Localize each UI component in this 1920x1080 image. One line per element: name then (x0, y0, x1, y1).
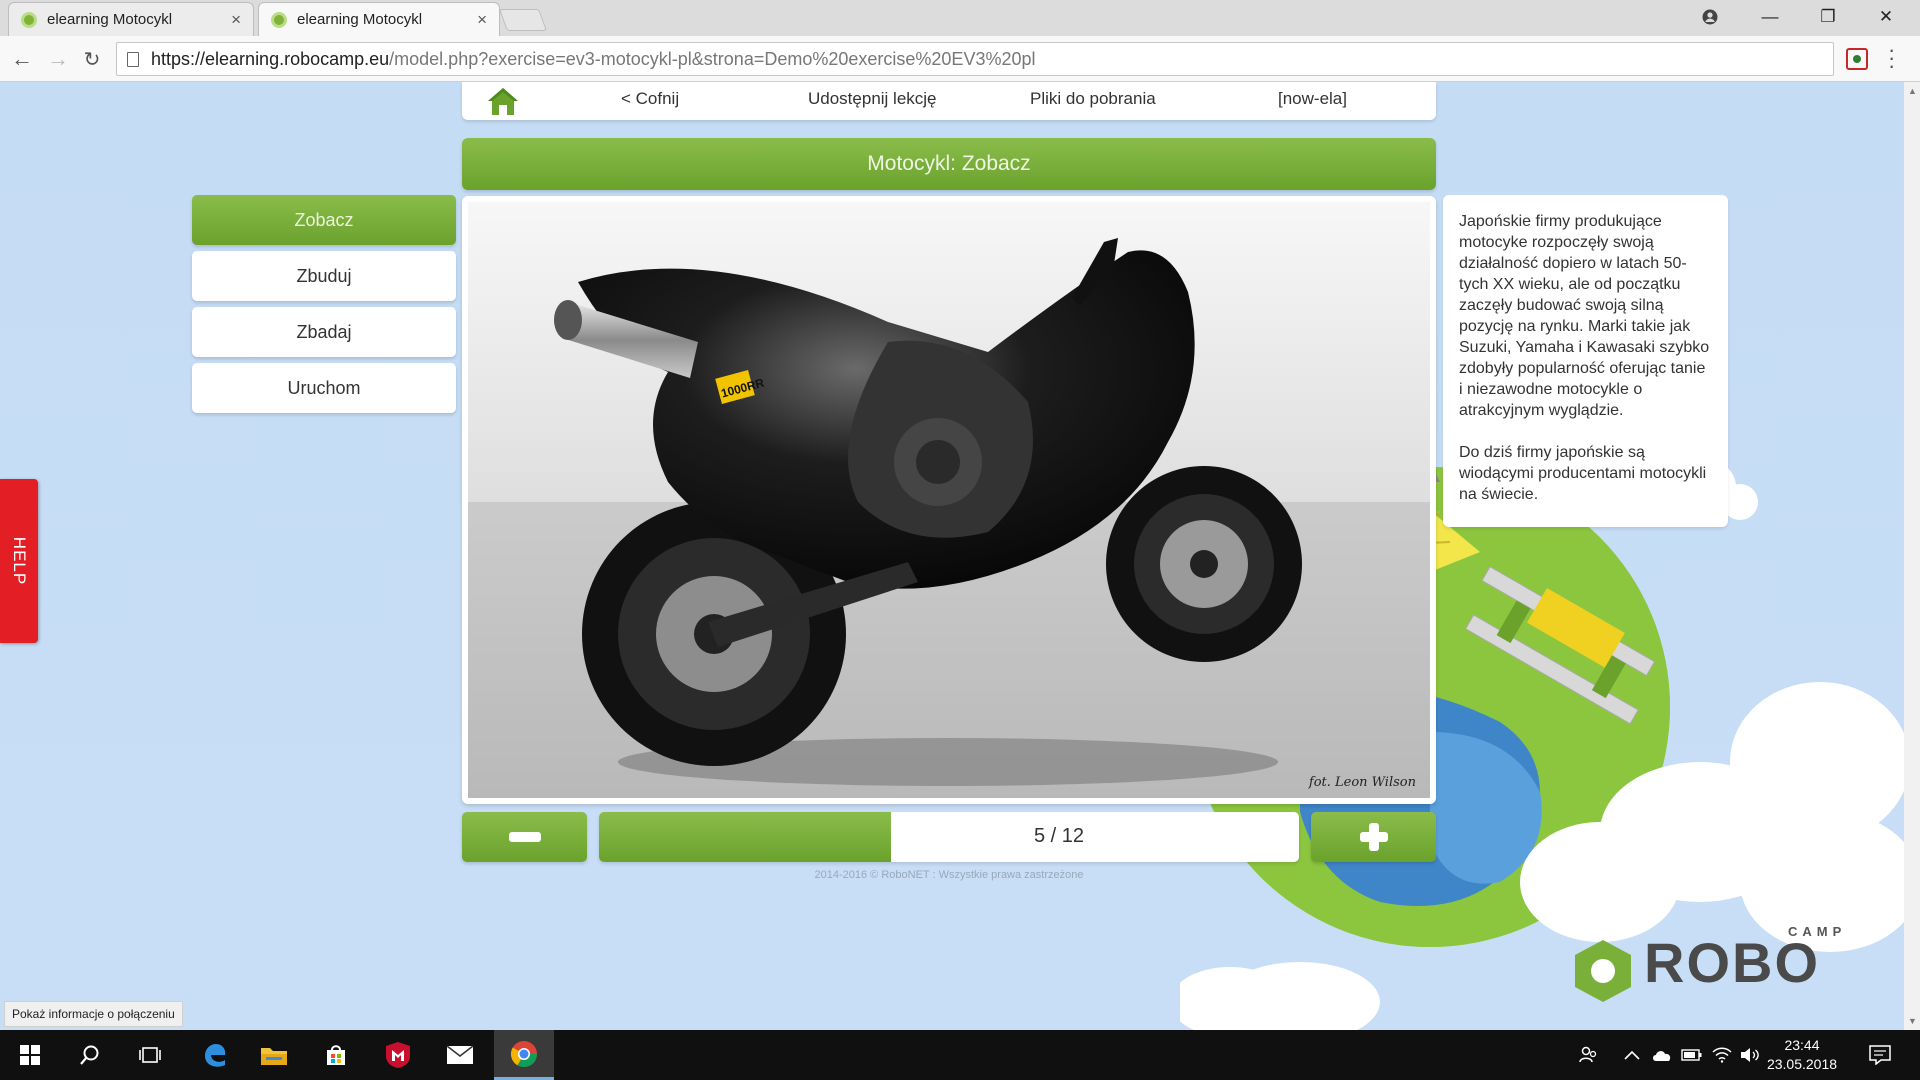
description-panel: Japońskie firmy produkujące motocyke roz… (1443, 195, 1728, 527)
lesson-steps-nav: Zobacz Zbuduj Zbadaj Uruchom (192, 195, 456, 419)
browser-tabstrip: elearning Motocykl × elearning Motocykl … (0, 0, 1920, 36)
reload-icon[interactable]: ↻ (78, 45, 106, 73)
people-icon[interactable] (1576, 1044, 1600, 1066)
step-explore-button[interactable]: Zbadaj (192, 307, 456, 357)
robocamp-logo: CAMP ROBO (1572, 924, 1856, 1006)
tab-title: elearning Motocykl (47, 11, 173, 28)
onedrive-icon[interactable] (1650, 1044, 1674, 1066)
connection-info-hint: Pokaż informacje o połączeniu (4, 1001, 183, 1027)
windows-taskbar: 23:44 23.05.2018 (0, 1030, 1920, 1080)
store-icon[interactable] (306, 1030, 366, 1080)
share-lesson-link[interactable]: Udostępnij lekcję (808, 89, 937, 109)
step-run-button[interactable]: Uruchom (192, 363, 456, 413)
robocamp-hexagon-icon (1575, 940, 1631, 1002)
mail-icon[interactable] (430, 1030, 490, 1080)
browser-toolbar: ← → ↻ https://elearning.robocamp.eu/mode… (0, 36, 1920, 82)
close-window-button[interactable]: ✕ (1858, 0, 1914, 34)
url-domain: https://elearning.robocamp.eu (151, 48, 390, 69)
browser-tab[interactable]: elearning Motocykl × (8, 2, 254, 36)
step-see-button[interactable]: Zobacz (192, 195, 456, 245)
page-title: Motocykl: Zobacz (462, 138, 1436, 190)
robocamp-favicon-icon (21, 11, 37, 28)
tab-close-icon[interactable]: × (477, 10, 487, 30)
back-link[interactable]: < Cofnij (621, 89, 679, 109)
notifications-icon[interactable] (1868, 1044, 1892, 1066)
start-icon[interactable] (0, 1030, 60, 1080)
tab-close-icon[interactable]: × (231, 10, 241, 30)
page-scrollbar[interactable]: ▲ ▼ (1904, 82, 1920, 1030)
minus-icon (508, 832, 541, 842)
next-page-button[interactable] (1311, 812, 1436, 862)
clock-time: 23:44 (1784, 1037, 1820, 1053)
lesson-top-nav: < Cofnij Udostępnij lekcję Pliki do pobr… (462, 82, 1436, 120)
user-link[interactable]: [now-ela] (1278, 89, 1347, 109)
page-viewport: < Cofnij Udostępnij lekcję Pliki do pobr… (0, 82, 1904, 1030)
plus-icon (1359, 823, 1388, 851)
profile-icon[interactable] (1682, 0, 1738, 34)
photo-credit: fot. Leon Wilson (1308, 775, 1416, 790)
robocamp-favicon-icon (271, 11, 287, 28)
mcafee-icon[interactable] (368, 1030, 428, 1080)
page-counter: 5 / 12 (1033, 825, 1085, 847)
extension-icon[interactable] (1846, 48, 1868, 70)
description-paragraph: Do dziś firmy japońskie są wiodącymi pro… (1459, 444, 1707, 503)
clock-date: 23.05.2018 (1766, 1056, 1838, 1072)
previous-page-button[interactable] (462, 812, 587, 862)
minimize-button[interactable]: — (1742, 0, 1798, 34)
browser-menu-icon[interactable]: · · · (1888, 39, 1895, 77)
chrome-icon[interactable] (494, 1030, 554, 1080)
task-view-icon[interactable] (120, 1030, 180, 1080)
url-path: /model.php?exercise=ev3-motocykl-pl&stro… (389, 48, 1036, 69)
taskbar-clock[interactable]: 23:44 23.05.2018 (1762, 1036, 1842, 1074)
new-tab-button[interactable] (498, 9, 548, 31)
scroll-down-icon[interactable]: ▼ (1908, 1016, 1917, 1026)
home-icon[interactable] (484, 84, 522, 118)
search-icon[interactable] (60, 1030, 120, 1080)
back-arrow-icon[interactable]: ← (8, 45, 36, 73)
browser-tab-active[interactable]: elearning Motocykl × (258, 2, 500, 36)
logo-robo-text: ROBO (1644, 931, 1820, 994)
downloads-link[interactable]: Pliki do pobrania (1030, 89, 1156, 109)
battery-icon[interactable] (1680, 1044, 1704, 1066)
description-paragraph: Japońskie firmy produkujące motocyke roz… (1459, 213, 1710, 419)
restore-button[interactable]: ❐ (1800, 0, 1856, 34)
edge-icon[interactable] (184, 1030, 244, 1080)
page-progress-bar: 5 / 12 (599, 812, 1299, 862)
page-info-icon[interactable] (127, 51, 139, 67)
chevron-up-icon[interactable] (1620, 1044, 1644, 1066)
help-tab-label: HELP (10, 536, 30, 586)
volume-icon[interactable] (1738, 1044, 1762, 1066)
forward-arrow-icon[interactable]: → (44, 45, 72, 73)
wifi-icon[interactable] (1710, 1044, 1734, 1066)
scroll-up-icon[interactable]: ▲ (1908, 86, 1917, 96)
copyright-text: 2014-2016 © RoboNET : Wszystkie prawa za… (814, 869, 1084, 881)
help-tab[interactable]: HELP (0, 479, 38, 643)
address-bar[interactable]: https://elearning.robocamp.eu/model.php?… (116, 42, 1834, 76)
step-build-button[interactable]: Zbuduj (192, 251, 456, 301)
tab-title: elearning Motocykl (297, 11, 423, 28)
motorcycle-photo: 1000RR (468, 202, 1430, 798)
photo-frame: 1000RR fot. Leon Wilson (462, 196, 1436, 804)
file-explorer-icon[interactable] (244, 1030, 304, 1080)
